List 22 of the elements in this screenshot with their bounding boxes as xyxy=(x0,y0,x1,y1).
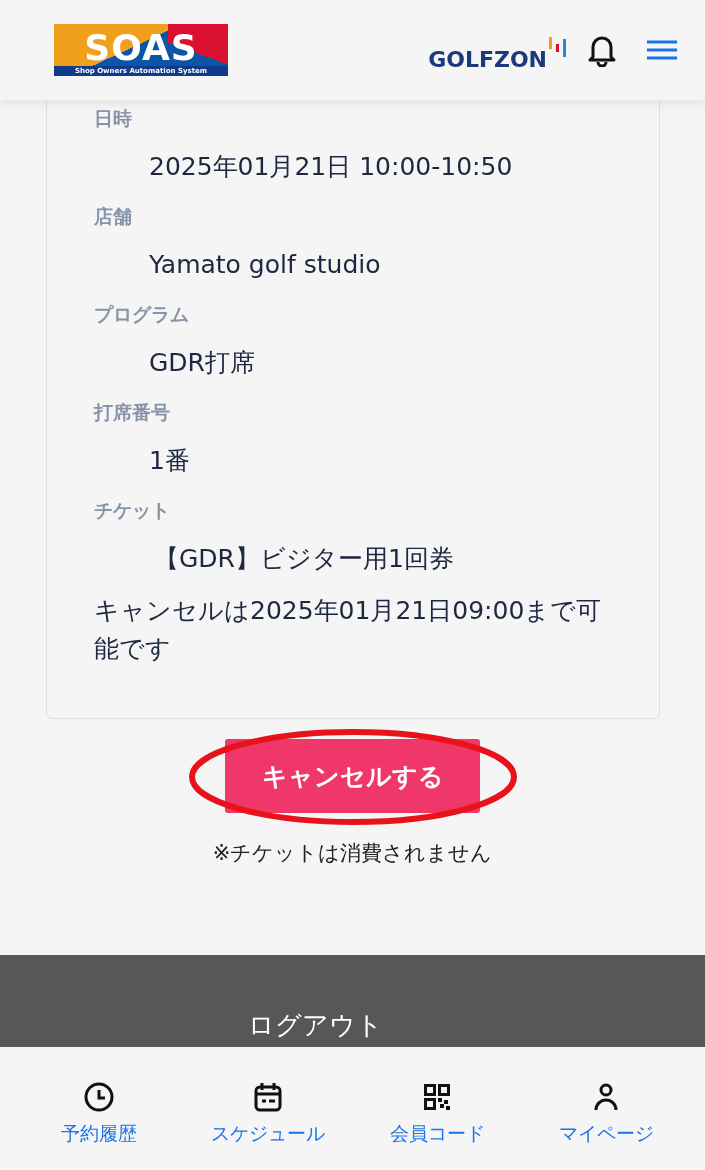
cancel-button[interactable]: キャンセルする xyxy=(225,739,480,813)
field-label: 店舗 xyxy=(94,204,133,228)
bars-icon xyxy=(549,37,567,57)
nav-tab[interactable]: 予約履歴 xyxy=(23,1081,174,1170)
cancel-deadline-text: キャンセルは2025年01月21日09:00まで可能です xyxy=(94,595,603,665)
menu-icon[interactable] xyxy=(647,39,677,61)
field-value: GDR打席 xyxy=(149,347,256,379)
clock-icon xyxy=(82,1081,115,1113)
field-label: 打席番号 xyxy=(94,400,171,424)
nav-tab[interactable]: マイページ xyxy=(531,1081,682,1170)
logout-link[interactable]: ログアウト xyxy=(248,1007,383,1043)
brand-logo-text: GOLFZON xyxy=(428,49,547,71)
field-value: 1番 xyxy=(149,445,191,477)
field-label: 日時 xyxy=(94,106,133,130)
nav-tab[interactable]: 会員コード xyxy=(362,1081,513,1170)
field-label: プログラム xyxy=(94,302,190,326)
field-label: チケット xyxy=(94,498,171,522)
field-value: 【GDR】ビジター用1回券 xyxy=(154,543,455,575)
field-value: Yamato golf studio xyxy=(149,249,382,281)
field-value: 2025年01月21日 10:00-10:50 xyxy=(149,151,514,183)
note-text: ※チケットは消費されません xyxy=(212,840,493,867)
nav-tab[interactable]: スケジュール xyxy=(192,1081,343,1170)
